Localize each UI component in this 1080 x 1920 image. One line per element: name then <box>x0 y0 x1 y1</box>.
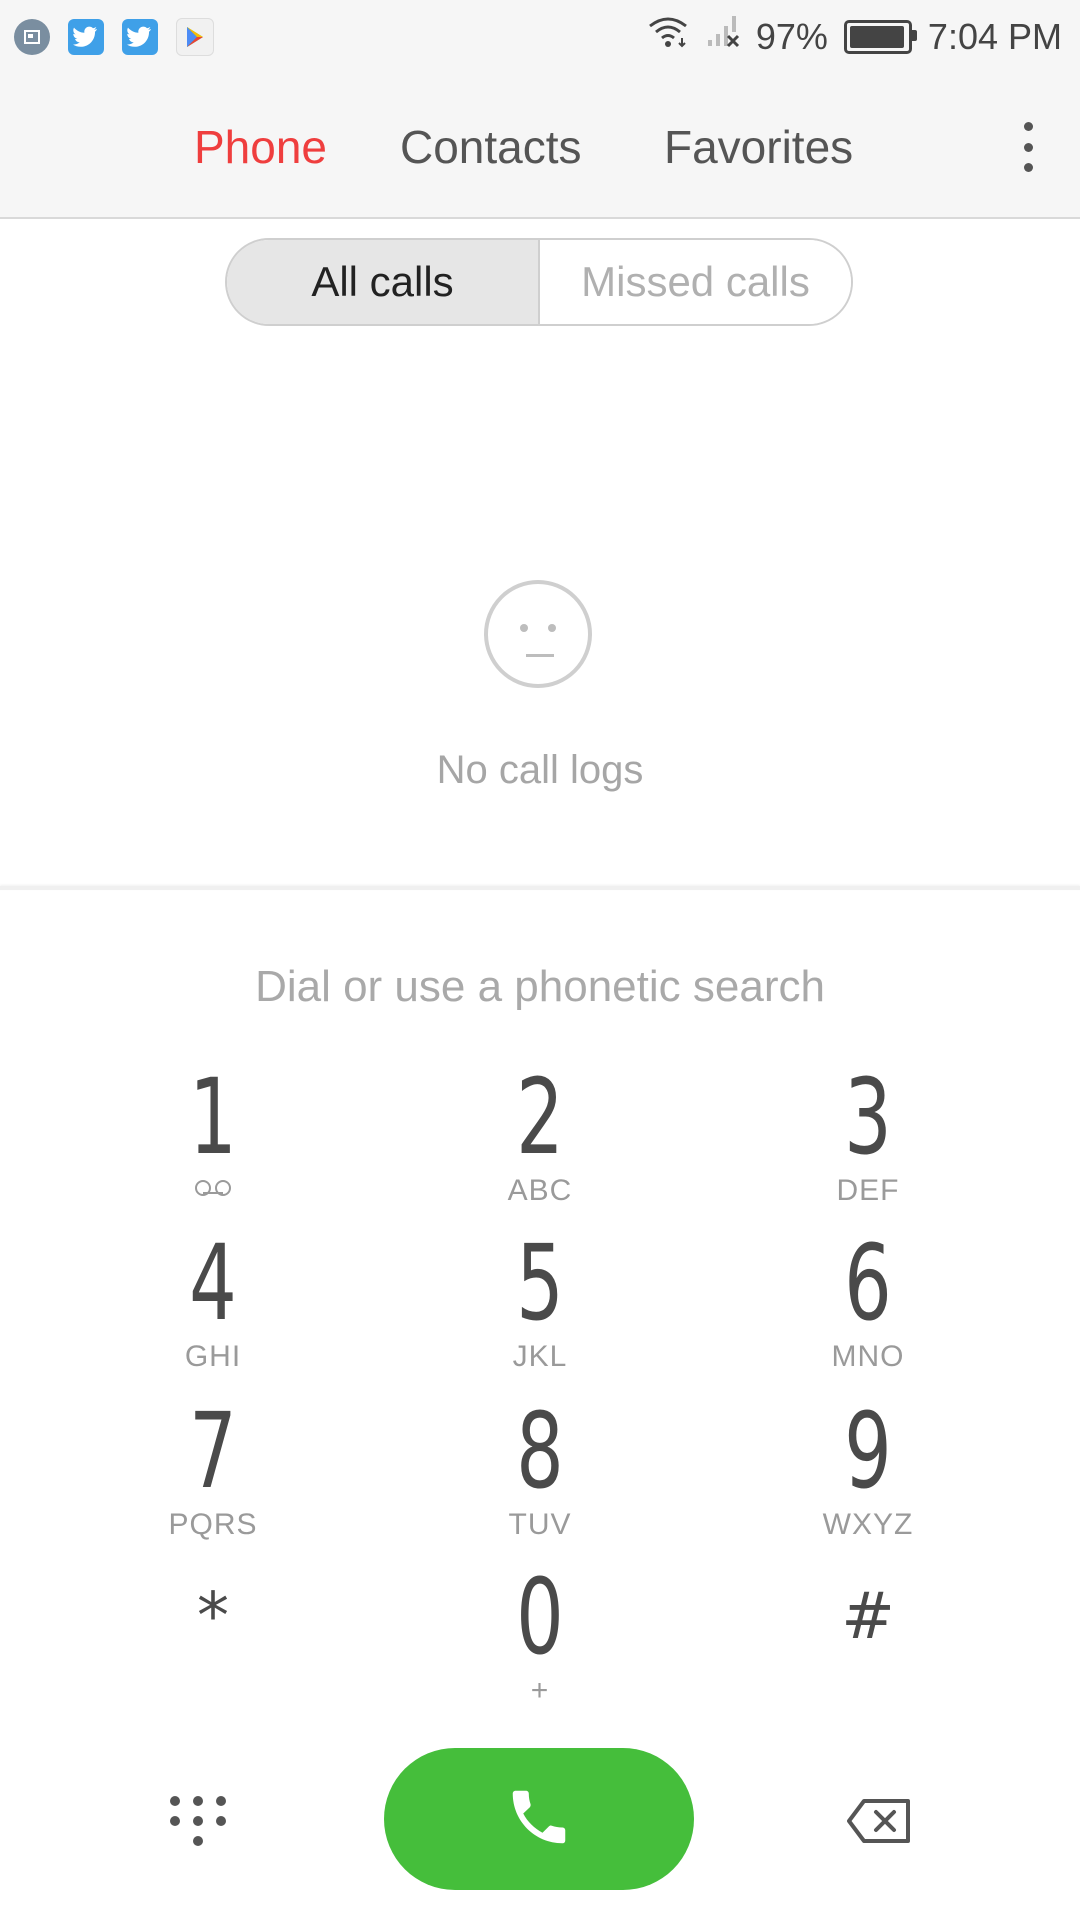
key-5[interactable]: 5 JKL <box>440 1228 640 1378</box>
call-button[interactable] <box>384 1748 694 1890</box>
key-6[interactable]: 6 MNO <box>768 1228 968 1378</box>
dialer-divider <box>0 886 1080 890</box>
missed-calls-button[interactable]: Missed calls <box>540 240 851 324</box>
twitter-icon <box>122 19 158 55</box>
dialpad-toggle-icon[interactable] <box>170 1796 226 1848</box>
key-letters: DEF <box>836 1174 900 1207</box>
key-1[interactable]: 1 <box>113 1062 313 1212</box>
battery-icon <box>843 19 917 54</box>
key-letters: WXYZ <box>822 1508 914 1541</box>
neutral-face-icon <box>484 580 592 688</box>
key-digit: 9 <box>844 1390 892 1512</box>
key-digit: 4 <box>189 1222 237 1344</box>
top-tab-bar: Phone Contacts Favorites <box>0 78 1080 219</box>
backspace-icon[interactable] <box>846 1798 912 1844</box>
key-star[interactable]: * <box>113 1562 313 1712</box>
key-letters: JKL <box>512 1340 568 1373</box>
more-vert-icon[interactable] <box>1020 122 1036 172</box>
key-digit: 8 <box>516 1390 564 1512</box>
battery-fill <box>849 25 905 48</box>
key-digit: 6 <box>844 1222 892 1344</box>
all-calls-button[interactable]: All calls <box>227 240 540 324</box>
key-letters: TUV <box>508 1508 572 1541</box>
key-hash[interactable]: # <box>768 1562 968 1712</box>
key-letters: MNO <box>831 1340 905 1373</box>
twitter-icon <box>68 19 104 55</box>
key-digit: 3 <box>844 1056 892 1178</box>
key-8[interactable]: 8 TUV <box>440 1396 640 1546</box>
key-0[interactable]: 0 + <box>440 1562 640 1712</box>
key-letters: PQRS <box>168 1508 258 1541</box>
phone-icon <box>504 1782 574 1857</box>
key-digit: 1 <box>189 1056 237 1178</box>
clock: 7:04 PM <box>927 15 1062 57</box>
key-digit: 5 <box>516 1222 564 1344</box>
empty-state-text: No call logs <box>436 748 644 792</box>
key-letters: + <box>530 1674 550 1707</box>
notification-icons <box>14 18 214 56</box>
key-7[interactable]: 7 PQRS <box>113 1396 313 1546</box>
tab-phone[interactable]: Phone <box>194 120 327 174</box>
key-2[interactable]: 2 ABC <box>440 1062 640 1212</box>
key-digit: 7 <box>189 1390 237 1512</box>
key-digit: # <box>841 1580 895 1654</box>
tab-favorites[interactable]: Favorites <box>664 120 853 174</box>
screenshot-icon <box>14 19 50 55</box>
status-indicators: 97% 7:04 PM <box>646 14 1062 59</box>
tab-contacts[interactable]: Contacts <box>400 120 582 174</box>
key-4[interactable]: 4 GHI <box>113 1228 313 1378</box>
key-digit: * <box>197 1580 229 1654</box>
battery-percent: 97% <box>755 15 828 57</box>
status-bar: 97% 7:04 PM <box>0 0 1080 78</box>
wifi-icon <box>646 14 690 59</box>
key-digit: 2 <box>516 1056 564 1178</box>
key-digit: 0 <box>516 1556 564 1678</box>
key-letters: ABC <box>507 1174 573 1207</box>
call-filter-segmented-control: All calls Missed calls <box>225 238 853 326</box>
dial-input[interactable]: Dial or use a phonetic search <box>0 962 1080 1012</box>
key-9[interactable]: 9 WXYZ <box>768 1396 968 1546</box>
cell-signal-icon <box>706 14 740 59</box>
voicemail-icon <box>195 1180 231 1196</box>
play-store-icon <box>176 18 214 56</box>
key-3[interactable]: 3 DEF <box>768 1062 968 1212</box>
key-letters: GHI <box>184 1340 242 1373</box>
